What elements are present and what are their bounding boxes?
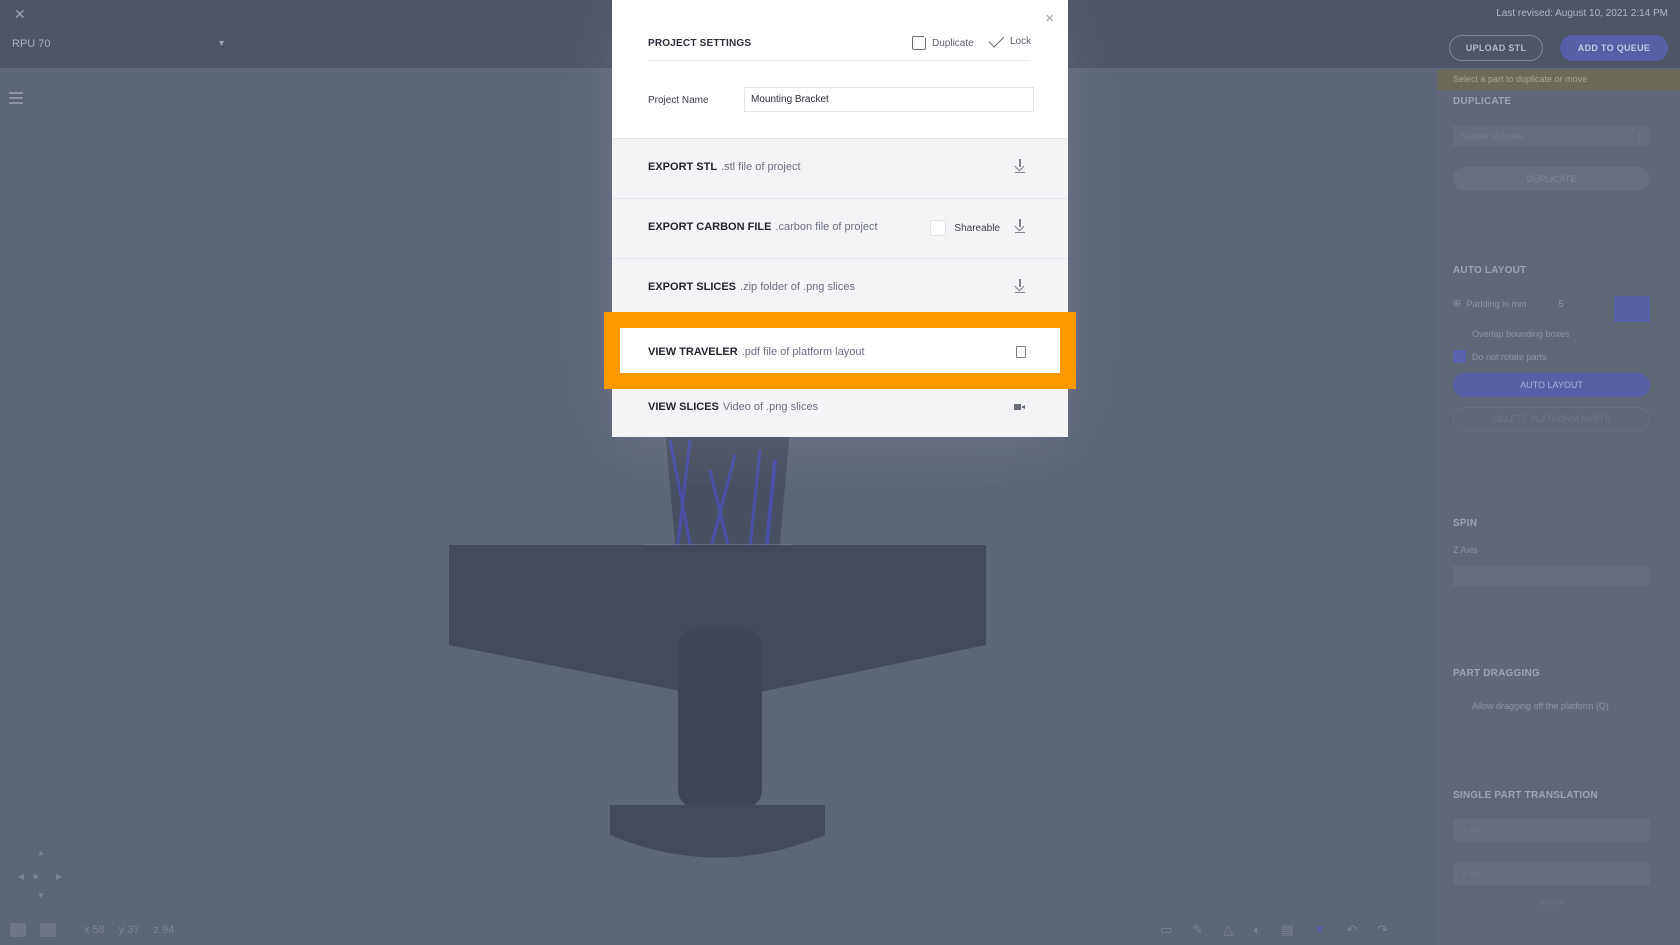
modal-header: × PROJECT SETTINGS Duplicate Lock Projec…: [612, 0, 1068, 138]
export-slices-row[interactable]: EXPORT SLICES .zip folder of .png slices: [612, 258, 1068, 316]
translation-x-label: X mm: [1461, 825, 1482, 835]
bottom-left-toolbar: x 58 y 37 z 94: [10, 922, 174, 938]
export-stl-label: EXPORT STL .stl file of project: [648, 161, 801, 173]
no-rotate-row[interactable]: Do not rotate parts: [1453, 350, 1650, 363]
layers-icon[interactable]: [40, 923, 56, 937]
part-dragging-title: PART DRAGGING: [1453, 668, 1540, 679]
translation-y-label: Y mm: [1461, 869, 1482, 879]
shareable-toggle[interactable]: Shareable: [930, 220, 1000, 236]
shareable-label: Shareable: [954, 222, 1000, 234]
auto-layout-section: AUTO LAYOUT ⊞ Padding in mm 5 Overlap bo…: [1453, 265, 1650, 431]
close-modal-icon[interactable]: ×: [1045, 10, 1054, 27]
title-divider: [648, 60, 1030, 61]
lock-project-button[interactable]: Lock: [988, 31, 1032, 48]
duplicate-label: Duplicate: [932, 37, 974, 49]
spin-section: SPIN Z Axis: [1453, 518, 1650, 587]
modal-title: PROJECT SETTINGS: [648, 38, 752, 49]
download-icon[interactable]: [1014, 279, 1026, 293]
bottom-view-toolbar: ▭ ✎ △ ◐ ▤ ▼ ↶ ↷: [1160, 922, 1388, 938]
check-icon: [988, 31, 1005, 48]
export-slices-label: EXPORT SLICES .zip folder of .png slices: [648, 281, 855, 293]
translation-y-input[interactable]: Y mm: [1453, 863, 1650, 885]
z-coordinate-readout: z 94: [153, 924, 175, 936]
copies-field[interactable]: Number of copies 1: [1453, 125, 1650, 147]
dragging-checkbox[interactable]: [1453, 699, 1466, 712]
platform-view-icon[interactable]: [10, 923, 26, 937]
copies-field-value: 1: [1637, 131, 1642, 141]
y-coordinate-readout: y 37: [118, 924, 140, 936]
image-icon[interactable]: ▭: [1160, 922, 1172, 938]
undo-icon[interactable]: ↶: [1346, 922, 1357, 938]
panel-icon[interactable]: ▤: [1281, 922, 1293, 938]
copies-field-label: Number of copies: [1461, 131, 1524, 141]
video-icon[interactable]: [1014, 403, 1026, 411]
delete-platform-parts-button[interactable]: DELETE PLATFORM PARTS: [1453, 407, 1650, 431]
view-traveler-label: VIEW TRAVELER .pdf file of platform layou…: [648, 346, 865, 358]
padding-value[interactable]: 5: [1559, 299, 1564, 309]
project-name-label: Project Name: [648, 95, 709, 106]
export-stl-row[interactable]: EXPORT STL .stl file of project: [612, 138, 1068, 196]
warning-triangle-icon[interactable]: △: [1223, 922, 1233, 938]
auto-layout-button[interactable]: AUTO LAYOUT: [1453, 373, 1650, 397]
dragging-label: Allow dragging off the platform (Q): [1472, 700, 1609, 711]
dragging-row[interactable]: Allow dragging off the platform (Q): [1453, 699, 1650, 712]
duplicate-part-button[interactable]: DUPLICATE: [1453, 167, 1650, 191]
view-traveler-row[interactable]: VIEW TRAVELER .pdf file of platform layou…: [620, 328, 1060, 373]
no-rotate-label: Do not rotate parts: [1472, 351, 1547, 362]
apply-translation-button[interactable]: APPLY: [1453, 899, 1650, 908]
lock-label: Lock: [1010, 36, 1032, 47]
mounting-bracket-part[interactable]: [449, 545, 986, 858]
view-slices-label: VIEW SLICES Video of .png slices: [648, 401, 819, 413]
padding-icon: ⊞: [1453, 298, 1461, 308]
download-icon[interactable]: [1014, 219, 1026, 233]
part-dragging-section: PART DRAGGING Allow dragging off the pla…: [1453, 668, 1650, 712]
translation-x-input[interactable]: X mm: [1453, 819, 1650, 841]
padding-stepper[interactable]: [1614, 296, 1650, 322]
redo-icon[interactable]: ↷: [1377, 922, 1388, 938]
translation-title: SINGLE PART TRANSLATION: [1453, 790, 1598, 801]
contrast-icon[interactable]: ◐: [1253, 922, 1261, 938]
x-coordinate-readout: x 58: [84, 924, 105, 936]
no-rotate-checkbox[interactable]: [1453, 350, 1466, 363]
download-icon[interactable]: [1014, 159, 1026, 173]
duplicate-icon: [912, 33, 929, 50]
pdf-icon[interactable]: [1016, 346, 1026, 358]
export-carbon-row[interactable]: EXPORT CARBON FILE .carbon file of projec…: [612, 198, 1068, 256]
overlap-checkbox[interactable]: [1453, 327, 1466, 340]
spin-input[interactable]: [1453, 565, 1650, 587]
padding-label: Padding in mm: [1466, 298, 1527, 309]
view-mode-icon[interactable]: ▼: [1313, 922, 1326, 938]
single-part-translation-section: SINGLE PART TRANSLATION X mm Y mm APPLY: [1453, 790, 1650, 908]
right-sidebar-panel: Select a part to duplicate or move DUPLI…: [1437, 68, 1680, 945]
duplicate-project-button[interactable]: Duplicate: [912, 33, 974, 50]
overlap-label: Overlap bounding boxes: [1472, 328, 1570, 339]
project-name-input[interactable]: [744, 87, 1034, 112]
duplicate-section: DUPLICATE Number of copies 1 DUPLICATE: [1453, 96, 1650, 191]
shareable-checkbox[interactable]: [930, 220, 947, 236]
spin-axis-label: Z Axis: [1453, 545, 1478, 555]
spin-title: SPIN: [1453, 518, 1478, 529]
view-slices-row[interactable]: VIEW SLICES Video of .png slices: [612, 378, 1068, 436]
duplicate-section-title: DUPLICATE: [1453, 96, 1512, 107]
overlap-row[interactable]: Overlap bounding boxes: [1453, 327, 1650, 340]
auto-layout-title: AUTO LAYOUT: [1453, 265, 1527, 276]
selection-notice: Select a part to duplicate or move: [1437, 70, 1680, 90]
pencil-icon[interactable]: ✎: [1192, 922, 1203, 938]
export-carbon-label: EXPORT CARBON FILE .carbon file of projec…: [648, 221, 878, 233]
